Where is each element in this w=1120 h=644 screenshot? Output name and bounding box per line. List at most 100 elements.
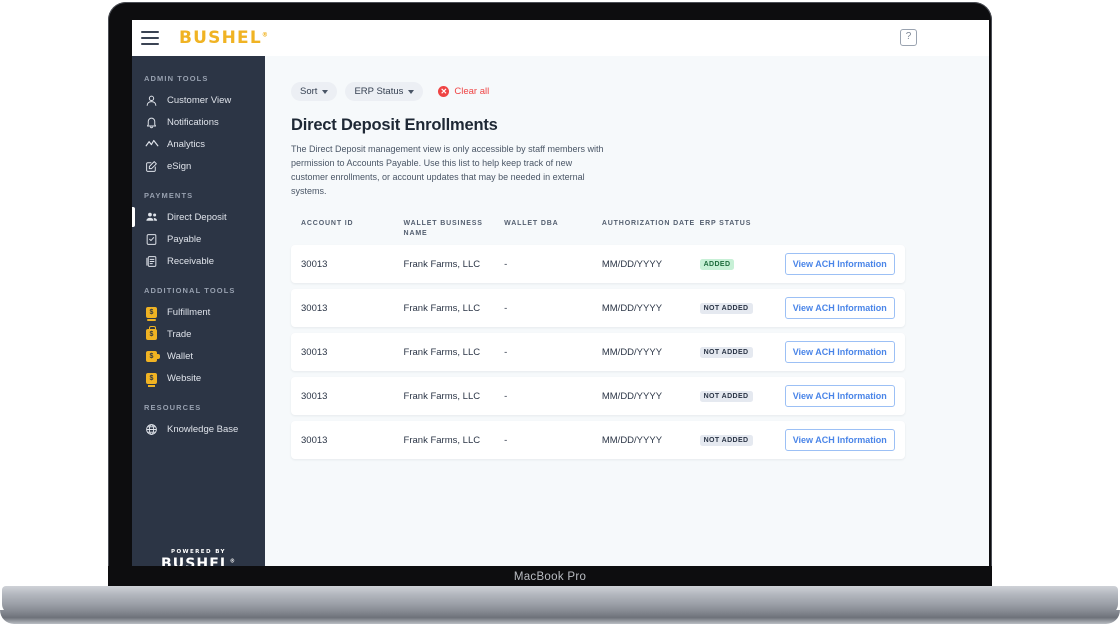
view-ach-information-button[interactable]: View ACH Information bbox=[784, 297, 895, 320]
cell-erp-status: NOT ADDED bbox=[699, 302, 785, 315]
sidebar-item-label: Website bbox=[167, 372, 202, 384]
bushel-logo-text: BUSHEL bbox=[179, 28, 262, 48]
document-check-icon bbox=[144, 232, 159, 247]
main-content: Sort ERP Status ✕ Clear all Direct Depos… bbox=[265, 56, 989, 588]
bushel-logo-mark: ® bbox=[261, 31, 270, 39]
sidebar: ADMIN TOOLS Customer View Notifications bbox=[132, 56, 265, 588]
screen-viewport: BUSHEL® ? ADMIN TOOLS Customer View Noti… bbox=[132, 20, 989, 588]
sidebar-item-label: Receivable bbox=[167, 255, 214, 267]
cell-business-name: Frank Farms, LLC bbox=[403, 434, 481, 446]
cell-actions: View ACH Information bbox=[784, 253, 895, 276]
cell-wallet-dba: - bbox=[504, 346, 508, 358]
erp-status-dropdown[interactable]: ERP Status bbox=[345, 82, 424, 101]
sidebar-item-esign[interactable]: eSign bbox=[132, 155, 265, 177]
cell-wallet-dba: - bbox=[504, 390, 508, 402]
sidebar-item-label: Payable bbox=[167, 233, 202, 245]
x-circle-icon: ✕ bbox=[438, 86, 450, 97]
sidebar-item-fulfillment[interactable]: $ Fulfillment bbox=[132, 301, 265, 323]
table-row[interactable]: 30013 Frank Farms, LLC - MM/DD/YYYY ADDED Vie… bbox=[291, 245, 905, 284]
cell-authorization-date: MM/DD/YYYY bbox=[601, 302, 663, 314]
bushel-fulfillment-icon: $ bbox=[144, 305, 159, 321]
powered-by-text: POWERED BY bbox=[171, 549, 226, 555]
sort-dropdown[interactable]: Sort bbox=[291, 82, 338, 101]
view-ach-information-button[interactable]: View ACH Information bbox=[784, 341, 895, 364]
cell-account-id: 30013 bbox=[301, 434, 328, 446]
page-title: Direct Deposit Enrollments bbox=[291, 116, 498, 134]
sidebar-item-label: Wallet bbox=[167, 350, 194, 362]
column-header-authorization-date: AUTHORIZATION DATE bbox=[601, 219, 696, 227]
device-label: MacBook Pro bbox=[513, 571, 587, 583]
column-header-account-id: ACCOUNT ID bbox=[301, 219, 354, 227]
cell-erp-status: NOT ADDED bbox=[699, 434, 785, 447]
table-row[interactable]: 30013 Frank Farms, LLC - MM/DD/YYYY NOT ADDE… bbox=[291, 333, 905, 372]
app-topbar: BUSHEL® ? bbox=[132, 20, 989, 56]
chevron-down-icon bbox=[322, 89, 329, 94]
laptop-chin: MacBook Pro bbox=[108, 566, 992, 588]
sidebar-item-wallet[interactable]: $ Wallet bbox=[132, 345, 265, 367]
pencil-square-icon bbox=[144, 159, 159, 174]
footer-brand-mark: ® bbox=[229, 558, 237, 565]
erp-status-dropdown-label: ERP Status bbox=[354, 86, 404, 97]
cell-authorization-date: MM/DD/YYYY bbox=[601, 346, 663, 358]
clear-all-button[interactable]: ✕ Clear all bbox=[438, 86, 489, 97]
cell-wallet-dba: - bbox=[504, 434, 508, 446]
sidebar-item-knowledge-base[interactable]: Knowledge Base bbox=[132, 418, 265, 440]
cell-business-name: Frank Farms, LLC bbox=[403, 302, 481, 314]
column-header-wallet-dba: WALLET DBA bbox=[504, 219, 559, 227]
sidebar-item-receivable[interactable]: Receivable bbox=[132, 250, 265, 272]
bushel-website-icon: $ bbox=[144, 371, 159, 387]
sidebar-item-label: Direct Deposit bbox=[167, 211, 227, 223]
sidebar-item-label: eSign bbox=[167, 160, 192, 172]
sidebar-item-trade[interactable]: $ Trade bbox=[132, 323, 265, 345]
sort-dropdown-label: Sort bbox=[300, 86, 318, 97]
sidebar-item-analytics[interactable]: Analytics bbox=[132, 133, 265, 155]
enrollments-table: ACCOUNT ID WALLET BUSINESS NAME WALLET D… bbox=[291, 219, 905, 460]
sidebar-item-customer-view[interactable]: Customer View bbox=[132, 89, 265, 111]
macbook-pro-device: BUSHEL® ? ADMIN TOOLS Customer View Noti… bbox=[0, 0, 1120, 644]
page-description: The Direct Deposit management view is on… bbox=[291, 144, 604, 196]
table-row[interactable]: 30013 Frank Farms, LLC - MM/DD/YYYY NOT ADDE… bbox=[291, 377, 905, 416]
sidebar-item-direct-deposit[interactable]: Direct Deposit bbox=[132, 206, 265, 228]
hamburger-icon[interactable] bbox=[141, 31, 159, 45]
x-glyph: ✕ bbox=[440, 87, 448, 96]
line-chart-icon bbox=[144, 137, 159, 152]
cell-business-name: Frank Farms, LLC bbox=[403, 390, 481, 402]
sidebar-item-label: Knowledge Base bbox=[167, 423, 239, 435]
document-stack-icon bbox=[144, 254, 159, 269]
status-badge: NOT ADDED bbox=[699, 347, 753, 359]
table-row[interactable]: 30013 Frank Farms, LLC - MM/DD/YYYY NOT ADDE… bbox=[291, 421, 905, 460]
view-ach-information-button[interactable]: View ACH Information bbox=[784, 253, 895, 276]
cell-actions: View ACH Information bbox=[784, 297, 895, 320]
status-badge: NOT ADDED bbox=[699, 391, 753, 403]
sidebar-section-title-payments: PAYMENTS bbox=[144, 191, 194, 200]
sidebar-item-payable[interactable]: Payable bbox=[132, 228, 265, 250]
cell-business-name: Frank Farms, LLC bbox=[403, 258, 481, 270]
sidebar-item-website[interactable]: $ Website bbox=[132, 367, 265, 389]
cell-account-id: 30013 bbox=[301, 390, 328, 402]
cell-authorization-date: MM/DD/YYYY bbox=[601, 390, 663, 402]
cell-actions: View ACH Information bbox=[784, 385, 895, 408]
view-ach-information-button[interactable]: View ACH Information bbox=[784, 429, 895, 452]
globe-icon bbox=[144, 422, 159, 437]
cell-account-id: 30013 bbox=[301, 302, 328, 314]
help-glyph: ? bbox=[905, 31, 912, 42]
sidebar-item-notifications[interactable]: Notifications bbox=[132, 111, 265, 133]
sidebar-item-label: Analytics bbox=[167, 138, 206, 150]
question-mark-icon[interactable]: ? bbox=[900, 29, 917, 46]
cell-erp-status: NOT ADDED bbox=[699, 390, 785, 403]
table-row[interactable]: 30013 Frank Farms, LLC - MM/DD/YYYY NOT ADDE… bbox=[291, 289, 905, 328]
cell-wallet-dba: - bbox=[504, 302, 508, 314]
sidebar-section-title-additional-tools: ADDITIONAL TOOLS bbox=[144, 286, 236, 295]
filter-bar: Sort ERP Status ✕ Clear all bbox=[291, 82, 989, 101]
table-header-row: ACCOUNT ID WALLET BUSINESS NAME WALLET D… bbox=[291, 219, 905, 245]
cell-account-id: 30013 bbox=[301, 346, 328, 358]
column-header-erp-status: ERP STATUS bbox=[699, 219, 752, 227]
sidebar-item-label: Notifications bbox=[167, 116, 219, 128]
bushel-wallet-icon: $ bbox=[144, 349, 160, 364]
sidebar-section-title-resources: RESOURCES bbox=[144, 403, 202, 412]
sidebar-item-label: Customer View bbox=[167, 94, 232, 106]
view-ach-information-button[interactable]: View ACH Information bbox=[784, 385, 895, 408]
bell-icon bbox=[144, 115, 159, 130]
cell-authorization-date: MM/DD/YYYY bbox=[601, 258, 663, 270]
cell-erp-status: NOT ADDED bbox=[699, 346, 785, 359]
